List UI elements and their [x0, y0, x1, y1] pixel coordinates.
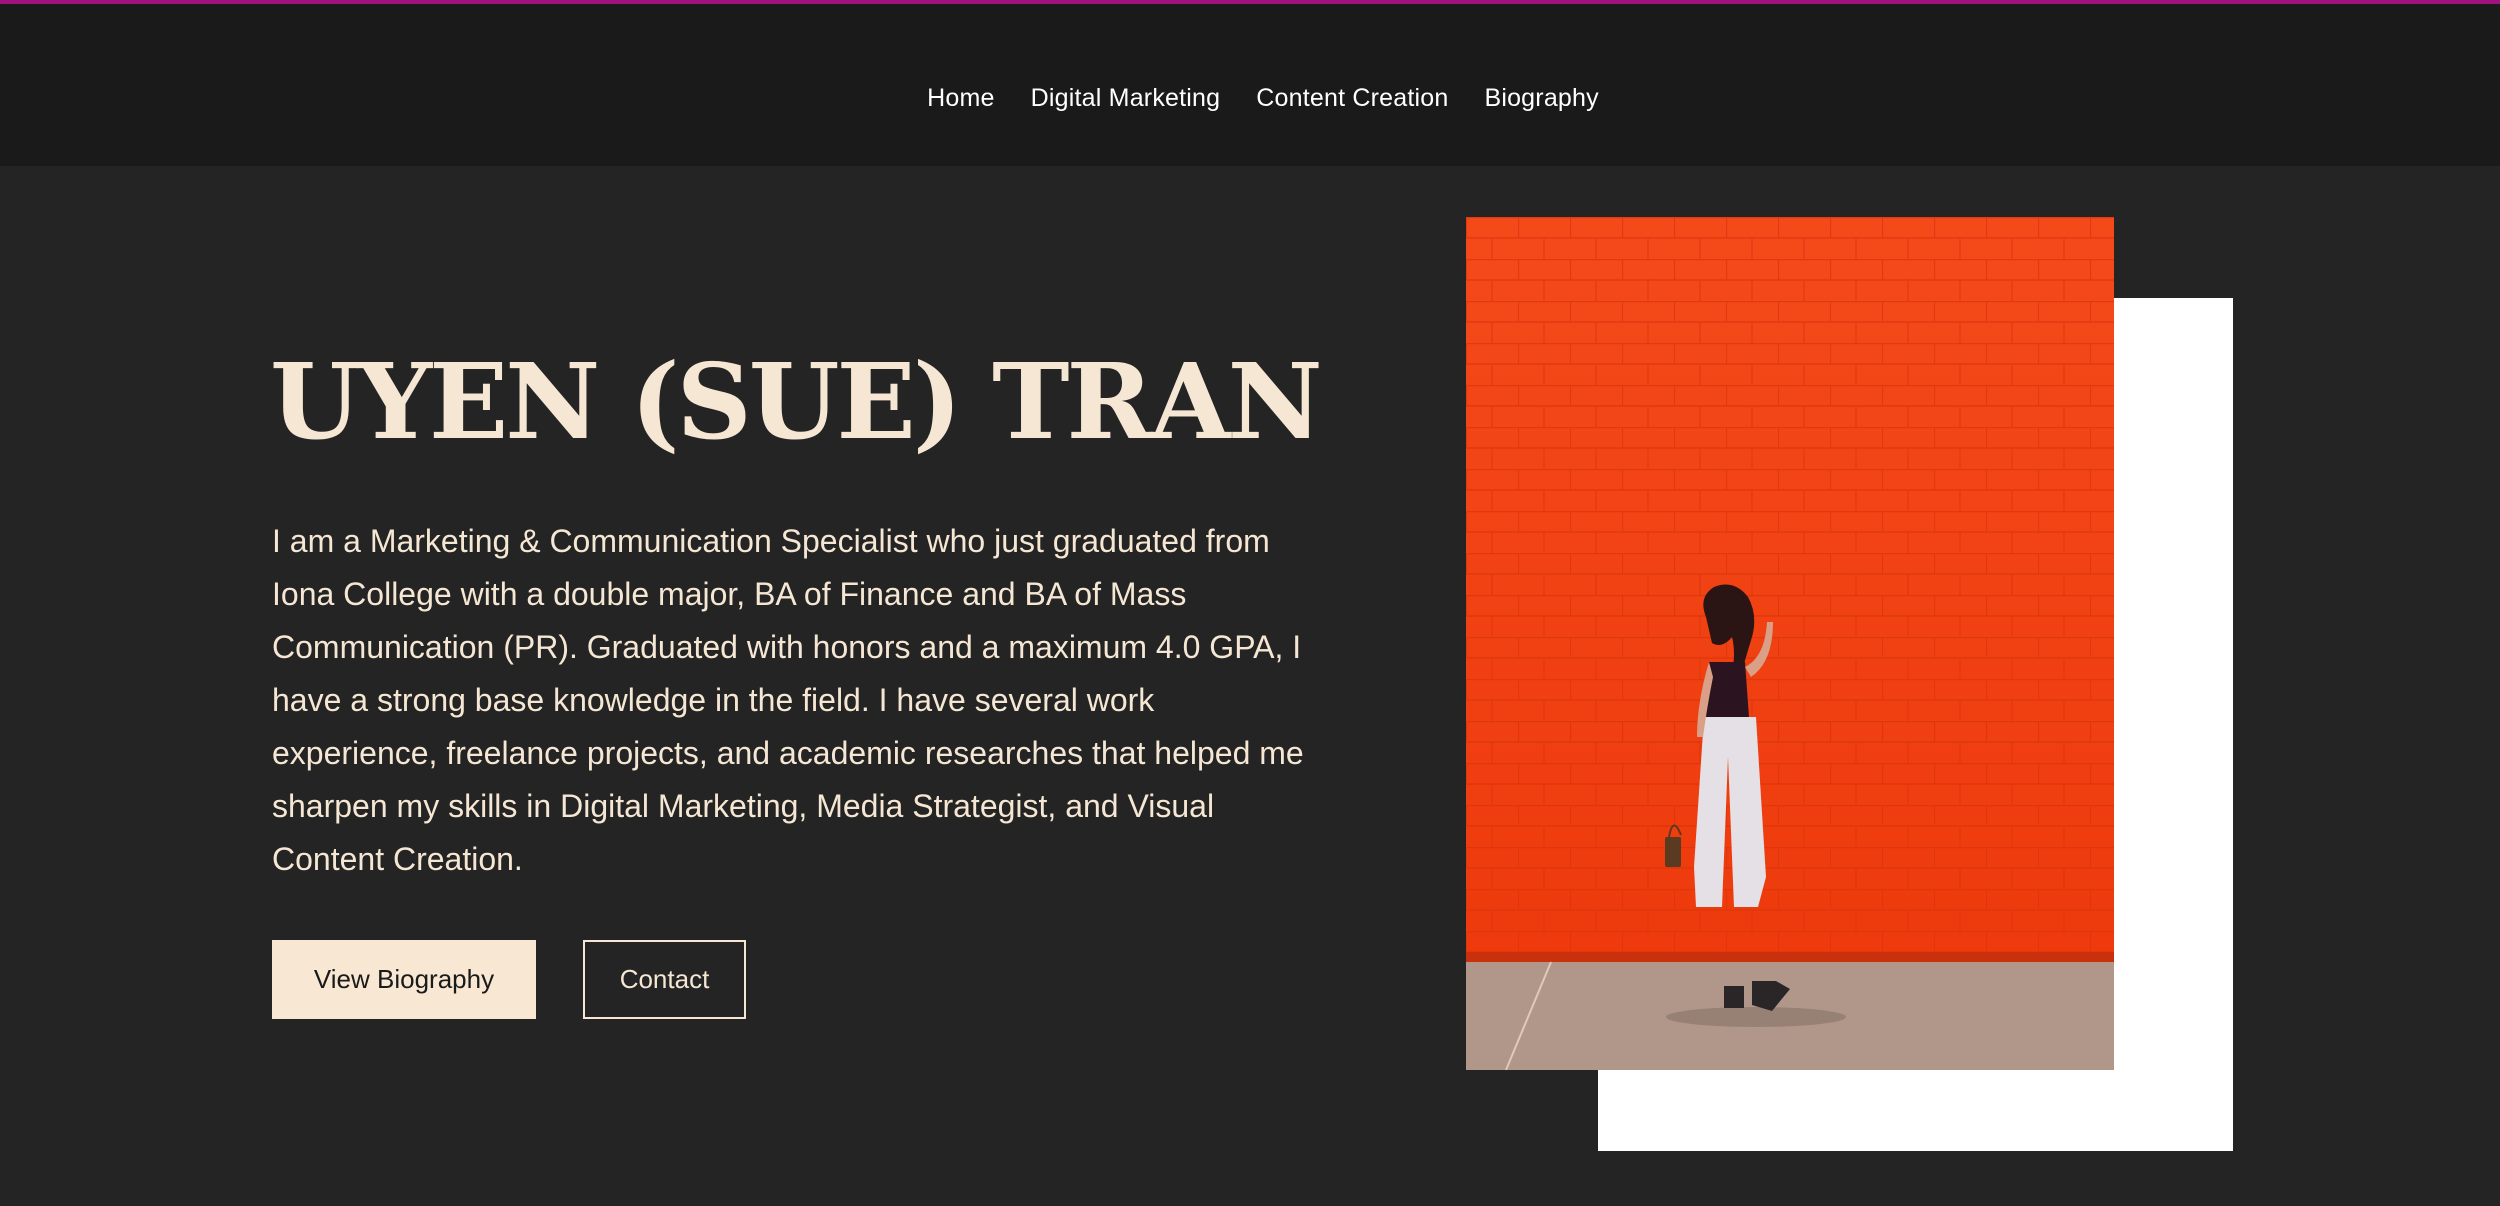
main-nav: Home Digital Marketing Content Creation … — [0, 84, 2500, 113]
page: Home Digital Marketing Content Creation … — [0, 0, 2500, 1206]
profile-photo — [1466, 217, 2114, 1070]
hero-title: UYEN (SUE) TRAN — [270, 340, 1323, 463]
view-biography-button[interactable]: View Biography — [272, 940, 536, 1019]
nav-item-content-creation[interactable]: Content Creation — [1256, 84, 1448, 113]
nav-item-home[interactable]: Home — [927, 84, 995, 113]
site-header: Home Digital Marketing Content Creation … — [0, 4, 2500, 166]
bio-paragraph: I am a Marketing & Communication Special… — [272, 523, 1304, 877]
contact-button[interactable]: Contact — [583, 940, 746, 1019]
nav-item-digital-marketing[interactable]: Digital Marketing — [1031, 84, 1221, 113]
nav-item-biography[interactable]: Biography — [1484, 84, 1598, 113]
